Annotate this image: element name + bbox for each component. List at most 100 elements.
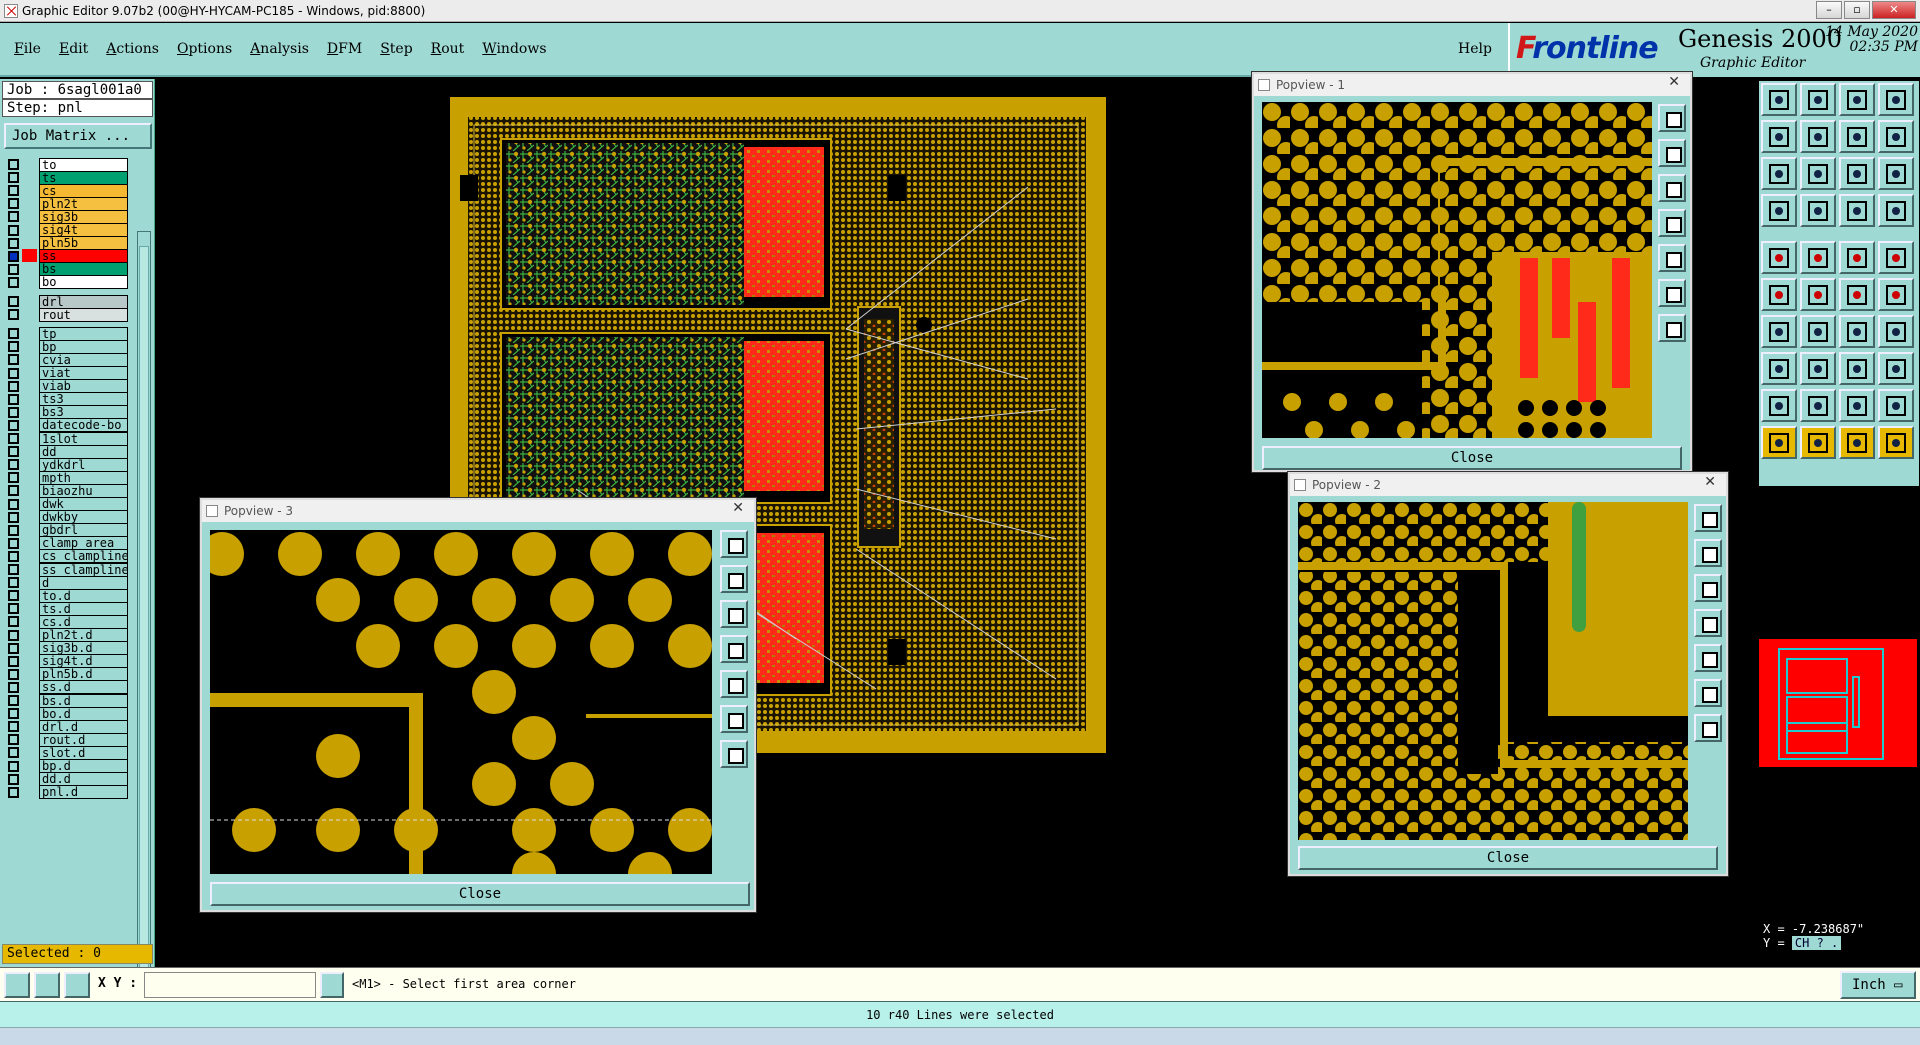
menu-windows[interactable]: Windows: [482, 41, 546, 57]
select-icon[interactable]: [1761, 241, 1797, 274]
popview-close-button[interactable]: Close: [210, 882, 750, 906]
redo-icon[interactable]: [1800, 120, 1836, 153]
layer-checkbox[interactable]: [8, 263, 19, 275]
layer-color-swatch[interactable]: [22, 307, 37, 322]
scale-icon[interactable]: [1839, 157, 1875, 190]
menu-icon[interactable]: [1878, 120, 1914, 153]
layer-checkbox[interactable]: [8, 328, 19, 340]
layer-checkbox[interactable]: [8, 446, 19, 458]
layer-checkbox[interactable]: [8, 773, 19, 785]
layer-checkbox[interactable]: [8, 296, 19, 307]
layer-checkbox[interactable]: [8, 380, 19, 392]
layer-checkbox[interactable]: [8, 668, 19, 680]
popview-close-button[interactable]: Close: [1262, 446, 1682, 470]
popview-titlebar[interactable]: Popview - 2 ✕: [1290, 474, 1726, 496]
popview-zoom-out-button[interactable]: [1694, 574, 1722, 602]
pad-icon[interactable]: [1761, 352, 1797, 385]
layer-checkbox[interactable]: [8, 629, 19, 641]
popview-zoom-out-button[interactable]: [1658, 174, 1686, 202]
layer-row[interactable]: pnl.d: [8, 785, 128, 800]
layer-checkbox[interactable]: [8, 708, 19, 720]
ime-indicator[interactable]: CH ? .: [1791, 936, 1842, 950]
unit-selector[interactable]: Inch ▭: [1840, 971, 1916, 999]
fit-icon[interactable]: [1761, 157, 1797, 190]
menu-actions[interactable]: Actions: [106, 41, 159, 57]
minus-icon[interactable]: [1800, 352, 1836, 385]
layer-checkbox[interactable]: [8, 237, 19, 249]
menu-options[interactable]: Options: [177, 41, 232, 57]
measure-icon[interactable]: [1839, 352, 1875, 385]
layer-checkbox[interactable]: [8, 472, 19, 484]
layer-checkbox[interactable]: [8, 524, 19, 536]
close-window-button[interactable]: ✕: [1872, 1, 1916, 19]
layer-checkbox[interactable]: [8, 250, 19, 262]
layer-row[interactable]: bo: [8, 275, 128, 290]
ruler-icon[interactable]: [1839, 241, 1875, 274]
measure-mode-icon[interactable]: [34, 972, 60, 998]
popview-zoom-button[interactable]: [720, 530, 748, 558]
popview-zoom-in-button[interactable]: [1694, 539, 1722, 567]
pointer-select-icon[interactable]: [1800, 426, 1836, 459]
popview-zoom-button[interactable]: [1658, 104, 1686, 132]
layer-checkbox[interactable]: [8, 354, 19, 366]
layer-checkbox[interactable]: [8, 577, 19, 589]
edit-line-icon[interactable]: [1800, 315, 1836, 348]
layer-checkbox[interactable]: [8, 433, 19, 444]
route-icon[interactable]: [1878, 315, 1914, 348]
popview-fit-button[interactable]: [1658, 279, 1686, 307]
layer-checkbox[interactable]: [8, 747, 19, 759]
layer-checkbox[interactable]: [8, 695, 19, 706]
layer-checkbox[interactable]: [8, 786, 19, 798]
layer-name[interactable]: rout: [39, 307, 128, 322]
menu-dfm[interactable]: DFM: [327, 41, 362, 57]
layer-checkbox[interactable]: [8, 564, 19, 575]
arch-icon[interactable]: [1839, 389, 1875, 422]
layer-name[interactable]: pnl.d: [39, 785, 128, 800]
popview-pan-left-button[interactable]: [1694, 609, 1722, 637]
layer-checkbox[interactable]: [8, 511, 19, 523]
layer-checkbox[interactable]: [8, 485, 19, 497]
info-icon[interactable]: [320, 972, 344, 998]
popview-close-x[interactable]: ✕: [1704, 474, 1716, 490]
help-icon[interactable]: [1878, 157, 1914, 190]
popview-center-button[interactable]: [1658, 314, 1686, 342]
popview-fit-button[interactable]: [720, 705, 748, 733]
save-icon[interactable]: [1800, 83, 1836, 116]
layer-checkbox[interactable]: [8, 224, 19, 236]
layer-checkbox[interactable]: [8, 172, 19, 184]
pointer-move-icon[interactable]: [1839, 426, 1875, 459]
popview-center-button[interactable]: [1694, 714, 1722, 742]
layer-checkbox[interactable]: [8, 419, 19, 431]
layer-name[interactable]: bo: [39, 275, 128, 290]
xy-input[interactable]: [144, 972, 316, 998]
popview-1[interactable]: Popview - 1 ✕ Close: [1252, 72, 1692, 472]
layer-scrollbar[interactable]: [137, 231, 151, 1021]
layer-checkbox[interactable]: [8, 185, 19, 197]
menu-help[interactable]: Help: [1458, 41, 1492, 57]
line-icon[interactable]: [1761, 315, 1797, 348]
menu-step[interactable]: Step: [380, 41, 412, 57]
layer-checkbox[interactable]: [8, 721, 19, 733]
menu-file[interactable]: File: [14, 41, 41, 57]
popview-fit-button[interactable]: [1694, 679, 1722, 707]
disconnect-icon[interactable]: [1878, 278, 1914, 311]
layer-checkbox[interactable]: [8, 681, 19, 693]
layer-checkbox[interactable]: [8, 537, 19, 549]
net-icon[interactable]: [1761, 278, 1797, 311]
popview-center-button[interactable]: [720, 740, 748, 768]
triangle-icon[interactable]: [1761, 389, 1797, 422]
layer-checkbox[interactable]: [8, 550, 19, 562]
zoom-region-icon[interactable]: [1839, 120, 1875, 153]
layer-checkbox[interactable]: [8, 341, 19, 353]
layer-checkbox[interactable]: [8, 367, 19, 379]
layer-checkbox[interactable]: [8, 276, 19, 288]
grid-mode-icon[interactable]: [64, 972, 90, 998]
layer-checkbox[interactable]: [8, 616, 19, 628]
job-matrix-button[interactable]: Job Matrix ...: [4, 123, 152, 149]
popview-close-x[interactable]: ✕: [1668, 74, 1680, 90]
popview-pan-right-button[interactable]: [720, 670, 748, 698]
display-icon[interactable]: [1839, 194, 1875, 227]
grid-icon[interactable]: [1878, 83, 1914, 116]
layer-checkbox[interactable]: [8, 734, 19, 746]
triangle-edit-icon[interactable]: [1800, 389, 1836, 422]
